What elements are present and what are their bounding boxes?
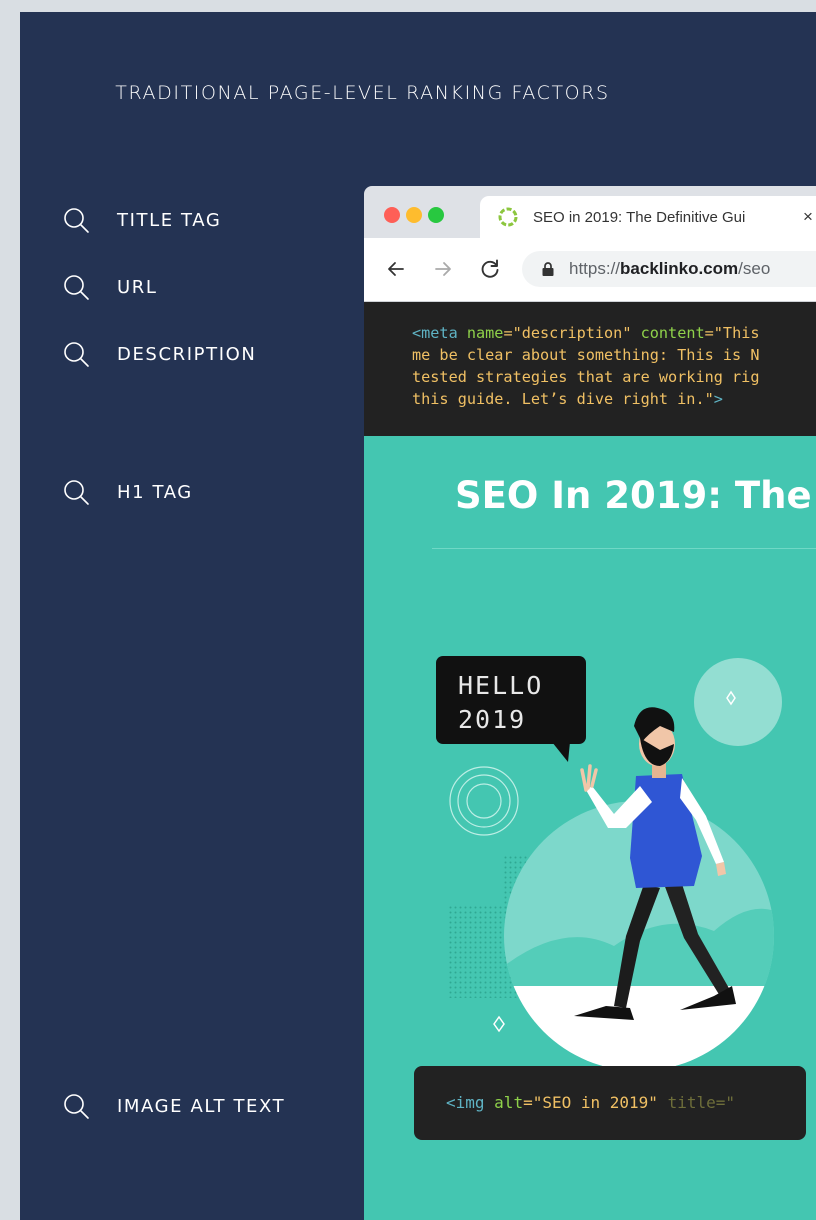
code-token: <img xyxy=(446,1093,485,1112)
search-icon xyxy=(62,206,90,234)
address-bar[interactable]: https://backlinko.com/seo xyxy=(522,251,816,287)
code-token: > xyxy=(713,390,723,408)
divider xyxy=(432,548,816,549)
factor-image-alt-text: IMAGE ALT TEXT xyxy=(62,1092,285,1120)
lock-icon xyxy=(540,261,556,277)
minimize-window-button[interactable] xyxy=(406,207,422,223)
page-title: TRADITIONAL PAGE-LEVEL RANKING FACTORS xyxy=(115,82,610,104)
bubble-line-1: HELLO xyxy=(458,671,543,700)
article-h1: SEO In 2019: The xyxy=(455,474,812,517)
code-line: me be clear about something: This is N xyxy=(412,346,760,364)
search-icon xyxy=(62,478,90,506)
factor-label: IMAGE ALT TEXT xyxy=(117,1095,286,1117)
meta-description-code: <meta name="description" content="This m… xyxy=(364,302,816,436)
hero-illustration: HELLO 2019 xyxy=(364,566,816,1066)
reload-icon[interactable] xyxy=(478,257,502,281)
factor-description: DESCRIPTION xyxy=(62,340,256,368)
factor-title-tag: TITLE TAG xyxy=(62,206,221,234)
search-icon xyxy=(62,273,90,301)
forward-arrow-icon[interactable] xyxy=(431,257,455,281)
factor-label: H1 TAG xyxy=(117,481,193,503)
page-content: SEO In 2019: The HELLO 2019 <img alt="SE… xyxy=(364,436,816,1220)
url-path: /seo xyxy=(738,259,771,278)
factor-label: URL xyxy=(117,276,158,298)
browser-tab[interactable]: SEO in 2019: The Definitive Gui × xyxy=(480,196,816,238)
browser-tab-bar: SEO in 2019: The Definitive Gui × xyxy=(364,186,816,238)
maximize-window-button[interactable] xyxy=(428,207,444,223)
img-alt-code: <img alt="SEO in 2019" title=" xyxy=(414,1066,806,1140)
search-icon xyxy=(62,1092,90,1120)
code-token: name xyxy=(466,324,504,342)
search-icon xyxy=(62,340,90,368)
code-token: =" xyxy=(715,1093,736,1112)
url-domain: backlinko.com xyxy=(620,259,739,278)
tab-title: SEO in 2019: The Definitive Gui xyxy=(533,208,746,226)
back-arrow-icon[interactable] xyxy=(384,257,408,281)
code-line: tested strategies that are working rig xyxy=(412,368,760,386)
tab-close-icon[interactable]: × xyxy=(803,207,813,227)
browser-window: SEO in 2019: The Definitive Gui × https:… xyxy=(364,186,816,1220)
code-token: ="description" xyxy=(503,324,632,342)
bubble-line-2: 2019 xyxy=(458,705,526,734)
browser-toolbar: https://backlinko.com/seo xyxy=(364,238,816,302)
code-token: <meta xyxy=(412,324,458,342)
code-line: this guide. Let’s dive right in." xyxy=(412,390,714,408)
code-token: alt xyxy=(494,1093,524,1112)
code-token: title xyxy=(667,1093,716,1112)
favicon-icon xyxy=(497,206,519,228)
url-text: https://backlinko.com/seo xyxy=(569,259,770,279)
factor-h1-tag: H1 TAG xyxy=(62,478,193,506)
close-window-button[interactable] xyxy=(384,207,400,223)
code-token: content xyxy=(640,324,705,342)
infographic-panel: TRADITIONAL PAGE-LEVEL RANKING FACTORS T… xyxy=(20,12,816,1220)
factor-url: URL xyxy=(62,273,158,301)
factor-label: TITLE TAG xyxy=(117,209,222,231)
code-token: ="This xyxy=(704,324,760,342)
url-scheme: https:// xyxy=(569,259,621,278)
code-token: ="SEO in 2019" xyxy=(523,1093,658,1112)
factor-label: DESCRIPTION xyxy=(117,343,257,365)
